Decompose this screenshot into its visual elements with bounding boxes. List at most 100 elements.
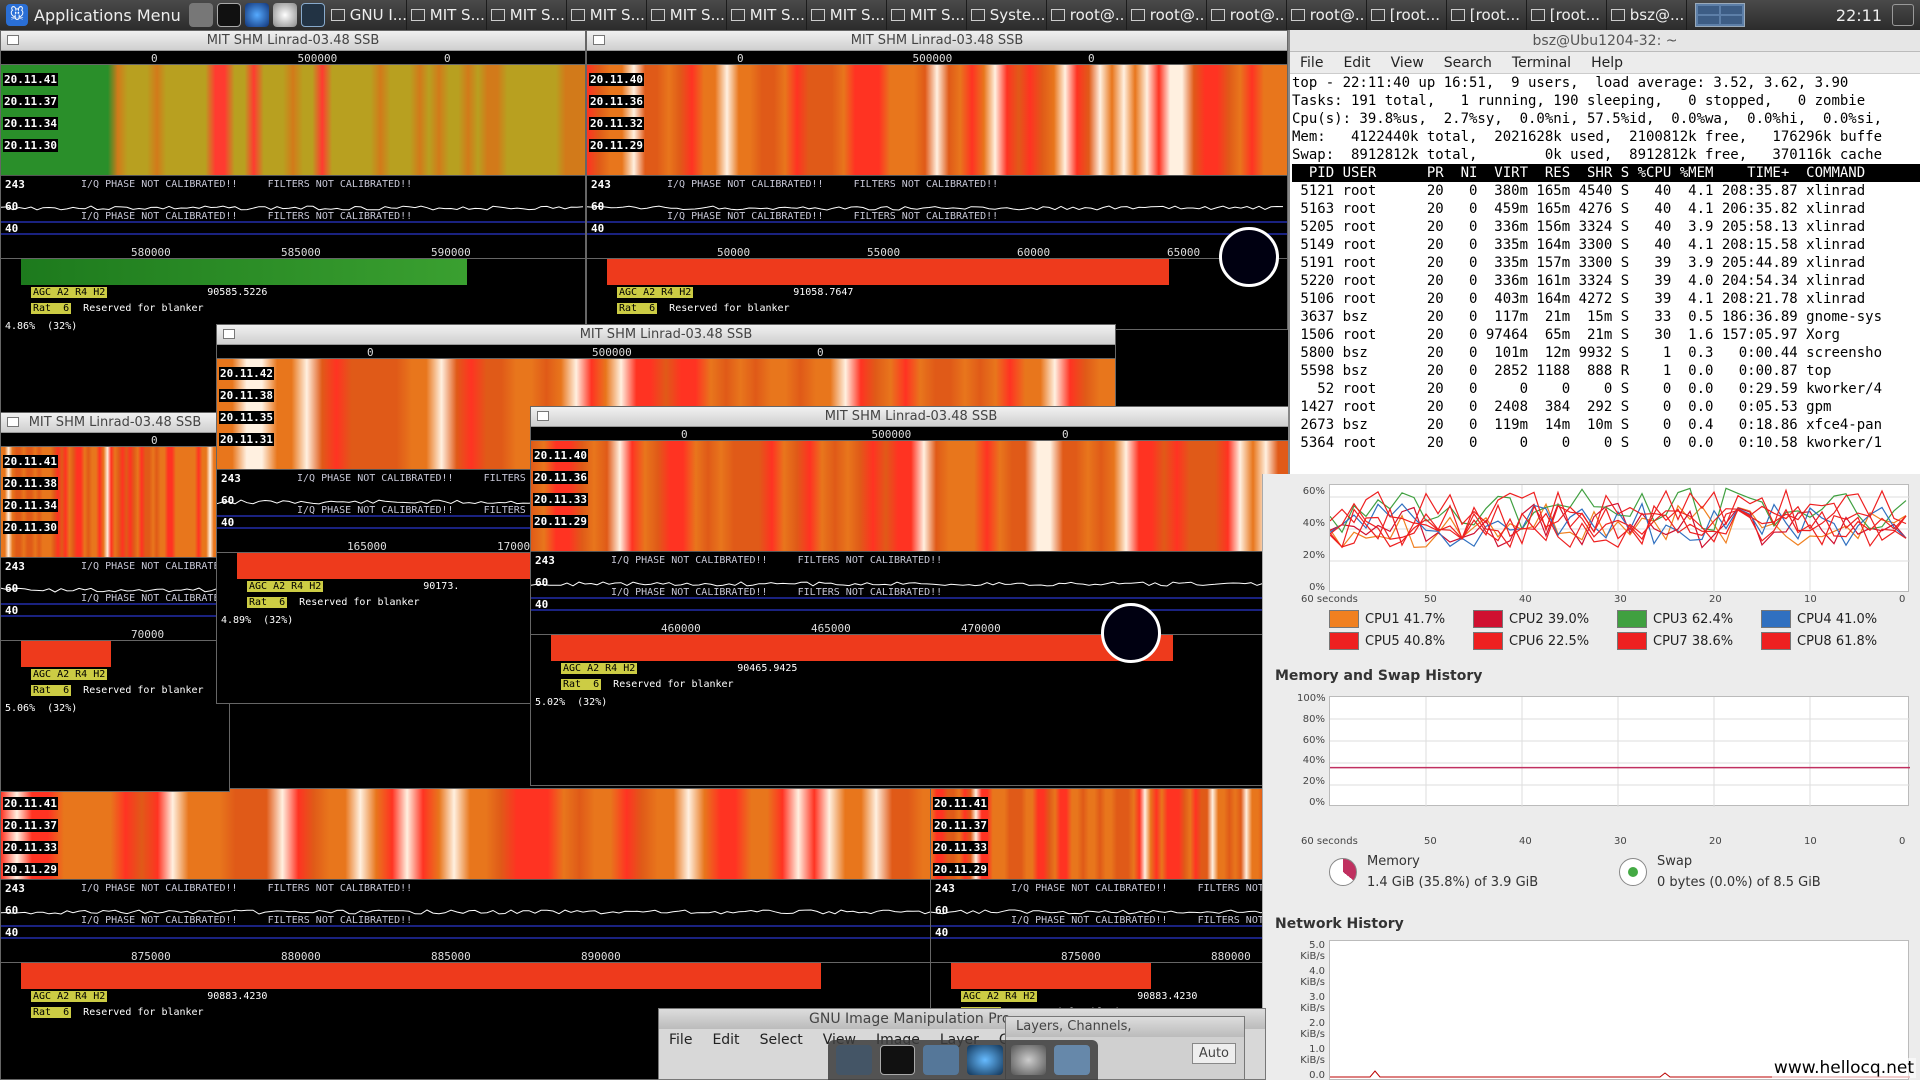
cpu-color-swatch[interactable]	[1329, 632, 1359, 650]
taskbar-item[interactable]: MIT S...	[647, 0, 727, 30]
rat-control[interactable]: Rat 6	[247, 597, 288, 608]
baseband-spectrum[interactable]	[21, 641, 111, 667]
process-row[interactable]: 3637 bsz 20 0 117m 21m 15m S 33 0.5 186:…	[1292, 309, 1882, 325]
process-row[interactable]: 5163 root 20 0 459m 165m 4276 S 40 4.1 2…	[1292, 201, 1865, 217]
memory-pie-icon[interactable]	[1329, 858, 1357, 886]
window-menu-icon[interactable]	[7, 417, 19, 427]
cpu-color-swatch[interactable]	[1617, 632, 1647, 650]
gimp-menu-item[interactable]: File	[669, 1029, 692, 1051]
user-icon[interactable]	[188, 3, 213, 27]
folder-dock-icon[interactable]	[923, 1045, 960, 1075]
display-dock-icon[interactable]	[836, 1045, 872, 1075]
cpu-color-swatch[interactable]	[1473, 610, 1503, 628]
terminal-launcher-icon[interactable]	[216, 3, 241, 27]
cpu-color-swatch[interactable]	[1617, 610, 1647, 628]
monitor-launcher-icon[interactable]	[300, 3, 325, 27]
process-row[interactable]: 1427 root 20 0 2408 384 292 S 0 0.0 0:05…	[1292, 399, 1831, 415]
taskbar-item[interactable]: MIT S...	[807, 0, 887, 30]
taskbar-item[interactable]: MIT S...	[487, 0, 567, 30]
waterfall[interactable]: 20.11.41 20.11.37 20.11.34 20.11.30	[1, 65, 585, 175]
auto-button[interactable]: Auto	[1191, 1043, 1236, 1064]
waterfall[interactable]: 20.11.40 20.11.36 20.11.33 20.11.29	[531, 441, 1291, 551]
taskbar-item[interactable]: GNU I...	[327, 0, 407, 30]
terminal-menu-item[interactable]: Help	[1591, 52, 1623, 73]
taskbar-item[interactable]: root@...	[1127, 0, 1207, 30]
process-row[interactable]: 5121 root 20 0 380m 165m 4540 S 40 4.1 2…	[1292, 183, 1865, 199]
taskbar-item[interactable]: [root...	[1447, 0, 1527, 30]
taskbar-item[interactable]: MIT S...	[887, 0, 967, 30]
rat-control[interactable]: Rat 6	[561, 679, 602, 690]
process-row[interactable]: 52 root 20 0 0 0 0 S 0 0.0 0:29.59 kwork…	[1292, 381, 1882, 397]
baseband-spectrum[interactable]	[21, 963, 821, 989]
show-desktop-icon[interactable]	[1892, 4, 1914, 26]
terminal-menu-item[interactable]: Terminal	[1512, 52, 1571, 73]
cpu-color-swatch[interactable]	[1473, 632, 1503, 650]
agc-controls[interactable]: AGC A2 R4 H2	[961, 991, 1038, 1002]
terminal-menu-item[interactable]: Search	[1444, 52, 1492, 73]
spectrum-graph[interactable]: 2436040I/Q PHASE NOT CALIBRATED!! FILTER…	[1, 557, 229, 627]
terminal-window[interactable]: bsz@Ubu1204-32: ~ File Edit View Search Term…	[1288, 30, 1920, 474]
baseband-spectrum[interactable]	[551, 635, 1173, 661]
applications-menu[interactable]: 🐭 Applications Menu	[0, 0, 187, 30]
waterfall[interactable]: 20.11.41 20.11.37 20.11.33 20.11.29	[931, 789, 1269, 879]
gimp-menu-item[interactable]: Select	[760, 1029, 803, 1051]
taskbar-item[interactable]: [root...	[1527, 0, 1607, 30]
spectrum-graph[interactable]: 2436040I/Q PHASE NOT CALIBRATED!! FILTER…	[931, 879, 1269, 949]
process-row[interactable]: 5191 root 20 0 335m 157m 3300 S 39 3.9 2…	[1292, 255, 1865, 271]
files-dock-icon[interactable]	[1054, 1045, 1090, 1075]
window-menu-icon[interactable]	[7, 35, 19, 45]
baseband-spectrum[interactable]	[607, 259, 1169, 285]
terminal-menu-item[interactable]: View	[1391, 52, 1424, 73]
agc-controls[interactable]: AGC A2 R4 H2	[561, 663, 638, 674]
process-row[interactable]: 5220 root 20 0 336m 161m 3324 S 39 4.0 2…	[1292, 273, 1865, 289]
rat-control[interactable]: Rat 6	[31, 685, 72, 696]
cpu-color-swatch[interactable]	[1761, 632, 1791, 650]
process-row[interactable]: 5149 root 20 0 335m 164m 3300 S 40 4.1 2…	[1292, 237, 1865, 253]
gimp-menu-item[interactable]: Edit	[712, 1029, 739, 1051]
linrad-titlebar[interactable]: MIT SHM Linrad-03.48 SSB	[217, 325, 1115, 345]
process-row[interactable]: 5800 bsz 20 0 101m 12m 9932 S 1 0.3 0:00…	[1292, 345, 1882, 361]
linrad-titlebar[interactable]: MIT SHM Linrad-03.48 SSB	[1, 413, 229, 433]
search-dock-icon[interactable]	[1010, 1045, 1047, 1075]
cpu-color-swatch[interactable]	[1329, 610, 1359, 628]
process-row[interactable]: 5598 bsz 20 0 2852 1188 888 R 1 0.0 0:00…	[1292, 363, 1831, 379]
taskbar-item[interactable]: root@...	[1207, 0, 1287, 30]
linrad-titlebar[interactable]: MIT SHM Linrad-03.48 SSB	[587, 31, 1287, 51]
rat-control[interactable]: Rat 6	[31, 1007, 72, 1018]
workspace-switcher[interactable]	[1694, 3, 1745, 27]
agc-controls[interactable]: AGC A2 R4 H2	[31, 669, 108, 680]
waterfall[interactable]: 20.11.41 20.11.37 20.11.33 20.11.29	[1, 789, 939, 879]
waterfall[interactable]: 20.11.41 20.11.38 20.11.34 20.11.30	[1, 447, 229, 557]
linrad-window[interactable]: MIT SHM Linrad-03.48 SSB 0 500000 0 20.11.40…	[586, 30, 1288, 330]
spectrum-graph[interactable]: 2436040I/Q PHASE NOT CALIBRATED!! FILTER…	[531, 551, 1291, 621]
taskbar-item[interactable]: Syste...	[967, 0, 1047, 30]
process-row[interactable]: 5106 root 20 0 403m 164m 4272 S 39 4.1 2…	[1292, 291, 1865, 307]
waterfall[interactable]: 20.11.40 20.11.36 20.11.32 20.11.29	[587, 65, 1287, 175]
taskbar-item[interactable]: MIT S...	[727, 0, 807, 30]
linrad-window[interactable]: MIT SHM Linrad-03.48 SSB 0 500000 0 20.11.40…	[530, 406, 1292, 786]
baseband-spectrum[interactable]	[951, 963, 1151, 989]
terminal-menu-item[interactable]: File	[1300, 52, 1323, 73]
disc-launcher-icon[interactable]	[272, 3, 297, 27]
taskbar-item[interactable]: bsz@...	[1607, 0, 1687, 30]
cpu-color-swatch[interactable]	[1761, 610, 1791, 628]
linrad-titlebar[interactable]: MIT SHM Linrad-03.48 SSB	[531, 407, 1291, 427]
window-menu-icon[interactable]	[223, 329, 235, 339]
spectrum-graph[interactable]: 2436040I/Q PHASE NOT CALIBRATED!! FILTER…	[1, 175, 585, 245]
rat-control[interactable]: Rat 6	[617, 303, 658, 314]
browser-dock-icon[interactable]	[967, 1045, 1003, 1075]
process-row[interactable]: 1506 root 20 0 97464 65m 21m S 30 1.6 15…	[1292, 327, 1839, 343]
linrad-titlebar[interactable]: MIT SHM Linrad-03.48 SSB	[1, 31, 585, 51]
process-row[interactable]: 2673 bsz 20 0 119m 14m 10m S 0 0.4 0:18.…	[1292, 417, 1882, 433]
taskbar-item[interactable]: root@...	[1287, 0, 1367, 30]
agc-controls[interactable]: AGC A2 R4 H2	[31, 287, 108, 298]
taskbar-item[interactable]: MIT S...	[407, 0, 487, 30]
taskbar-item[interactable]: [root...	[1367, 0, 1447, 30]
process-row[interactable]: 5205 root 20 0 336m 156m 3324 S 40 3.9 2…	[1292, 219, 1865, 235]
window-menu-icon[interactable]	[593, 35, 605, 45]
window-menu-icon[interactable]	[537, 411, 549, 421]
terminal-menu-item[interactable]: Edit	[1343, 52, 1370, 73]
terminal-dock-icon[interactable]	[879, 1045, 916, 1075]
taskbar-item[interactable]: root@...	[1047, 0, 1127, 30]
taskbar-item[interactable]: MIT S...	[567, 0, 647, 30]
